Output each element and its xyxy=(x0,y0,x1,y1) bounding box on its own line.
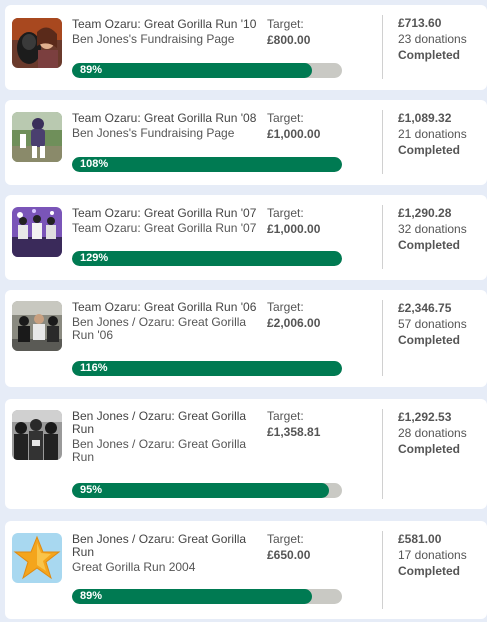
target-label: Target: xyxy=(267,300,304,314)
divider xyxy=(382,110,383,174)
divider xyxy=(382,205,383,269)
fundraising-page-card[interactable]: Team Ozaru: Great Gorilla Run '08 Ben Jo… xyxy=(5,100,487,185)
progress-bar: 89% xyxy=(72,63,342,78)
progress-bar-fill xyxy=(72,361,342,376)
stats-block: £2,346.75 57 donations Completed xyxy=(398,300,487,348)
progress-bar-fill xyxy=(72,589,313,604)
progress-percentage: 116% xyxy=(80,362,108,374)
status-label: Completed xyxy=(398,333,461,347)
gorilla-crowd-black-white-photo[interactable] xyxy=(12,410,62,460)
fundraising-page-subtitle: Ben Jones's Fundraising Page xyxy=(72,32,235,46)
team-on-purple-stage-photo[interactable] xyxy=(12,207,62,257)
progress-bar-fill xyxy=(72,63,313,78)
target-label: Target: xyxy=(267,111,304,125)
stats-block: £1,089.32 21 donations Completed xyxy=(398,110,487,158)
amount-raised: £713.60 xyxy=(398,16,442,30)
progress-percentage: 108% xyxy=(80,158,109,170)
fundraising-page-title[interactable]: Team Ozaru: Great Gorilla Run '10 xyxy=(72,18,262,31)
fundraising-page-title-block: Ben Jones / Ozaru: Great Gorilla Run Gre… xyxy=(72,533,262,574)
divider xyxy=(382,409,383,499)
target-amount: £1,358.81 xyxy=(267,425,321,439)
fundraising-page-title-block: Team Ozaru: Great Gorilla Run '08 Ben Jo… xyxy=(72,112,262,140)
target-amount: £1,000.00 xyxy=(267,127,321,141)
fundraising-page-title[interactable]: Team Ozaru: Great Gorilla Run '08 xyxy=(72,112,262,125)
progress-percentage: 89% xyxy=(80,64,103,76)
donation-count: 21 donations xyxy=(398,127,467,141)
progress-bar: 89% xyxy=(72,589,342,604)
fundraising-page-title[interactable]: Ben Jones / Ozaru: Great Gorilla Run xyxy=(72,533,262,559)
target-amount: £800.00 xyxy=(267,33,311,47)
progress-bar-fill xyxy=(72,251,342,266)
fundraising-page-subtitle: Great Gorilla Run 2004 xyxy=(72,560,196,574)
progress-percentage: 89% xyxy=(80,590,103,602)
progress-bar: 129% xyxy=(72,251,342,266)
target-amount: £650.00 xyxy=(267,548,311,562)
fundraising-page-subtitle: Team Ozaru: Great Gorilla Run '07 xyxy=(72,221,257,235)
target-amount: £2,006.00 xyxy=(267,316,321,330)
target-block: Target: £1,358.81 xyxy=(267,410,377,439)
target-block: Target: £2,006.00 xyxy=(267,301,377,330)
fundraising-page-card[interactable]: Team Ozaru: Great Gorilla Run '07 Team O… xyxy=(5,195,487,280)
star-icon[interactable] xyxy=(12,533,62,583)
target-block: Target: £800.00 xyxy=(267,18,377,47)
gorilla-runners-street-photo[interactable] xyxy=(12,301,62,351)
gorilla-costume-runner-photo[interactable] xyxy=(12,112,62,162)
target-label: Target: xyxy=(267,409,304,423)
progress-bar-fill xyxy=(72,157,342,172)
fundraising-page-title[interactable]: Team Ozaru: Great Gorilla Run '07 xyxy=(72,207,262,220)
stats-block: £1,290.28 32 donations Completed xyxy=(398,205,487,253)
target-block: Target: £1,000.00 xyxy=(267,207,377,236)
status-label: Completed xyxy=(398,442,461,456)
donation-count: 17 donations xyxy=(398,548,467,562)
fundraising-page-subtitle: Ben Jones's Fundraising Page xyxy=(72,126,235,140)
divider xyxy=(382,15,383,79)
amount-raised: £1,290.28 xyxy=(398,206,452,220)
amount-raised: £1,292.53 xyxy=(398,410,452,424)
fundraising-page-title-block: Team Ozaru: Great Gorilla Run '10 Ben Jo… xyxy=(72,18,262,46)
fundraising-page-card[interactable]: Ben Jones / Ozaru: Great Gorilla Run Gre… xyxy=(5,521,487,619)
fundraising-page-card[interactable]: Team Ozaru: Great Gorilla Run '06 Ben Jo… xyxy=(5,290,487,387)
status-label: Completed xyxy=(398,143,461,157)
progress-bar-fill xyxy=(72,483,329,498)
fundraising-page-title[interactable]: Team Ozaru: Great Gorilla Run '06 xyxy=(72,301,262,314)
amount-raised: £1,089.32 xyxy=(398,111,452,125)
target-amount: £1,000.00 xyxy=(267,222,321,236)
fundraising-page-subtitle: Ben Jones / Ozaru: Great Gorilla Run '06 xyxy=(72,315,247,342)
progress-percentage: 95% xyxy=(80,484,103,496)
progress-percentage: 129% xyxy=(80,252,109,264)
progress-bar: 108% xyxy=(72,157,342,172)
fundraising-page-title-block: Team Ozaru: Great Gorilla Run '06 Ben Jo… xyxy=(72,301,262,342)
target-block: Target: £1,000.00 xyxy=(267,112,377,141)
status-label: Completed xyxy=(398,48,461,62)
person-in-gorilla-costume-photo[interactable] xyxy=(12,18,62,68)
donation-count: 23 donations xyxy=(398,32,467,46)
fundraising-page-card[interactable]: Team Ozaru: Great Gorilla Run '10 Ben Jo… xyxy=(5,5,487,90)
divider xyxy=(382,531,383,609)
stats-block: £1,292.53 28 donations Completed xyxy=(398,409,487,457)
fundraising-page-title[interactable]: Ben Jones / Ozaru: Great Gorilla Run xyxy=(72,410,262,436)
stats-block: £713.60 23 donations Completed xyxy=(398,15,487,63)
fundraising-page-title-block: Ben Jones / Ozaru: Great Gorilla Run Ben… xyxy=(72,410,262,464)
target-label: Target: xyxy=(267,17,304,31)
status-label: Completed xyxy=(398,238,461,252)
fundraising-page-title-block: Team Ozaru: Great Gorilla Run '07 Team O… xyxy=(72,207,262,235)
donation-count: 28 donations xyxy=(398,426,467,440)
fundraising-page-subtitle: Ben Jones / Ozaru: Great Gorilla Run xyxy=(72,437,247,464)
status-label: Completed xyxy=(398,564,461,578)
fundraising-page-card[interactable]: Ben Jones / Ozaru: Great Gorilla Run Ben… xyxy=(5,399,487,509)
amount-raised: £581.00 xyxy=(398,532,442,546)
stats-block: £581.00 17 donations Completed xyxy=(398,531,487,579)
target-label: Target: xyxy=(267,206,304,220)
amount-raised: £2,346.75 xyxy=(398,301,452,315)
progress-bar: 95% xyxy=(72,483,342,498)
donation-count: 32 donations xyxy=(398,222,467,236)
target-block: Target: £650.00 xyxy=(267,533,377,562)
donation-count: 57 donations xyxy=(398,317,467,331)
target-label: Target: xyxy=(267,532,304,546)
progress-bar: 116% xyxy=(72,361,342,376)
divider xyxy=(382,300,383,376)
